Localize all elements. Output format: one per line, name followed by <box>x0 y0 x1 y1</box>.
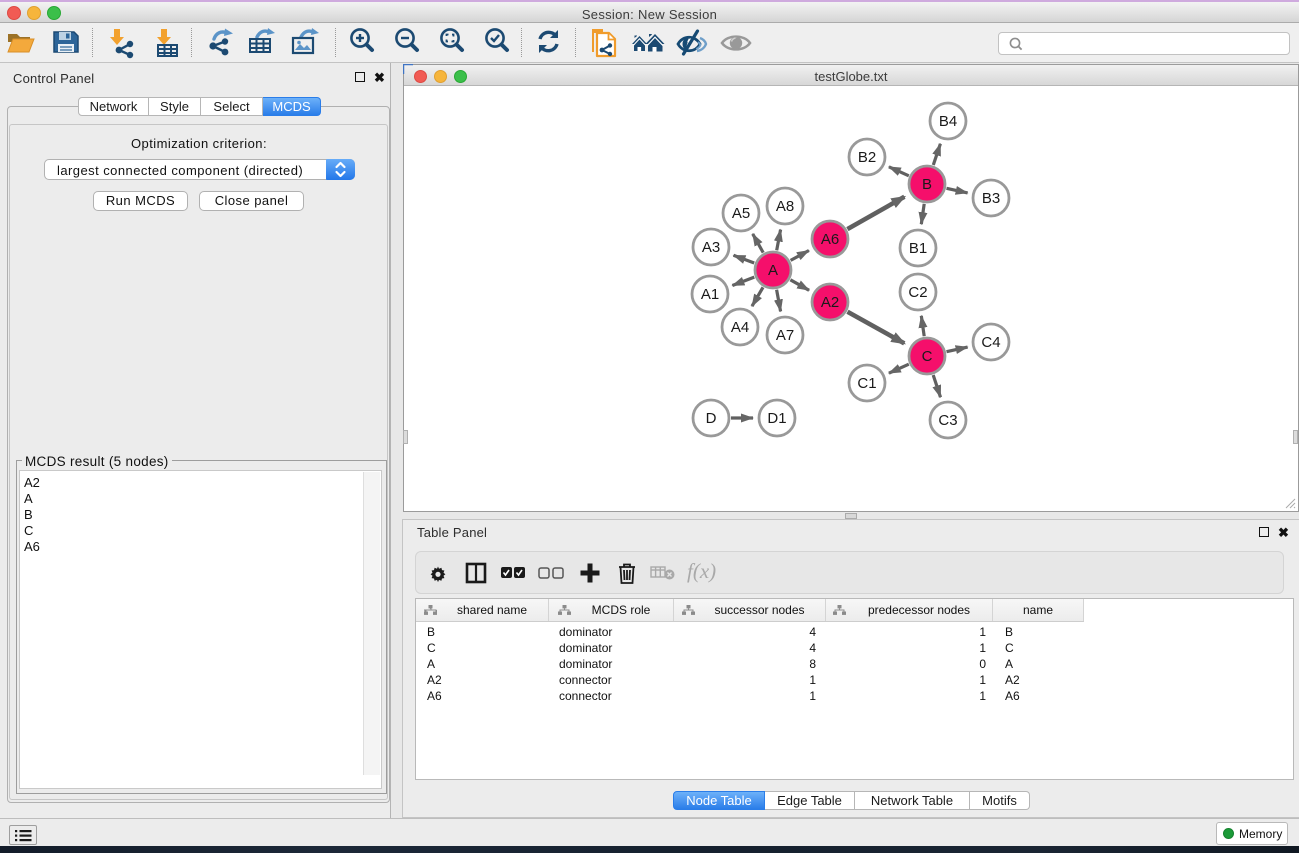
svg-text:C4: C4 <box>981 334 1000 351</box>
svg-text:D: D <box>706 410 717 427</box>
svg-text:A2: A2 <box>821 294 839 311</box>
svg-text:C: C <box>922 348 933 365</box>
svg-text:B1: B1 <box>909 240 927 257</box>
svg-text:B3: B3 <box>982 190 1000 207</box>
svg-text:A4: A4 <box>731 319 749 336</box>
svg-text:A8: A8 <box>776 198 794 215</box>
svg-text:C1: C1 <box>857 375 876 392</box>
svg-text:C3: C3 <box>938 412 957 429</box>
svg-text:B2: B2 <box>858 149 876 166</box>
svg-text:A5: A5 <box>732 205 750 222</box>
svg-text:A: A <box>768 262 778 279</box>
svg-text:A6: A6 <box>821 231 839 248</box>
svg-text:A3: A3 <box>702 239 720 256</box>
svg-text:C2: C2 <box>908 284 927 301</box>
svg-text:A7: A7 <box>776 327 794 344</box>
svg-text:B: B <box>922 176 932 193</box>
svg-text:B4: B4 <box>939 113 957 130</box>
svg-text:D1: D1 <box>767 410 786 427</box>
svg-text:A1: A1 <box>701 286 719 303</box>
